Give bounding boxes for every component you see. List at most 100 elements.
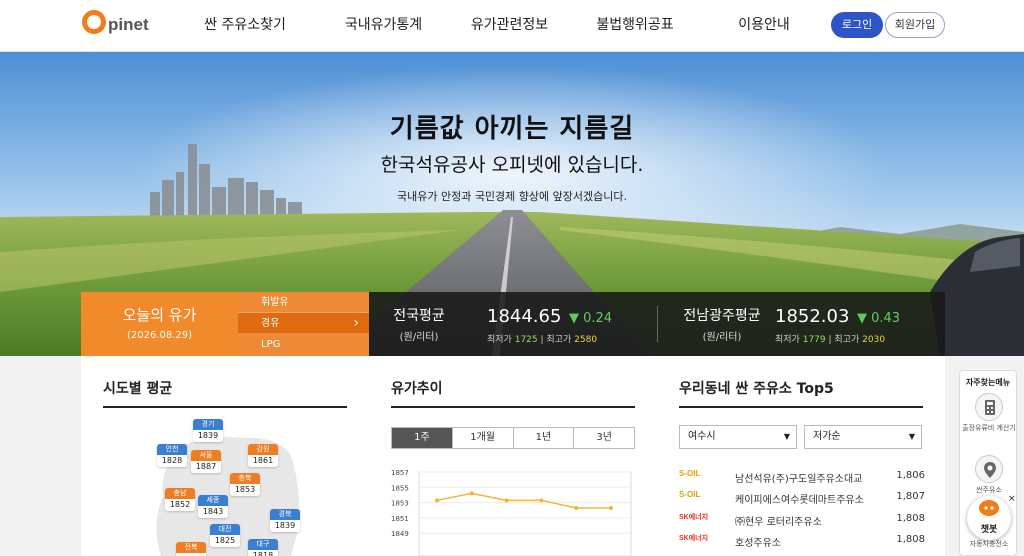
regional-average-label: 전남광주평균 [683, 308, 761, 324]
region-name: 세종 [198, 495, 228, 506]
region-chungbuk[interactable]: 충북 1853 [230, 473, 260, 496]
region-gangwon[interactable]: 강원 1861 [248, 444, 278, 467]
hero-title: 기름값 아끼는 지름길 [389, 114, 635, 144]
regional-average: 전남광주평균 (원/리터) 1852.03 ▼ 0.43 최저가 1779 | … [657, 292, 945, 356]
list-item[interactable]: S-OIL 남선석유(주)구도일주유소대교 1,806 [679, 466, 925, 486]
region-daejeon[interactable]: 대전 1825 [210, 524, 240, 547]
region-value: 1887 [191, 461, 221, 473]
region-name: 강원 [248, 444, 278, 455]
chatbot-icon [979, 500, 999, 516]
quick-trip-fuel-calc[interactable]: 출장유류비 계산기 [960, 393, 1018, 433]
app: pinet 싼 주유소찾기 국내유가통계 유가관련정보 불법행위공표 이용안내 … [0, 0, 1024, 556]
region-gyeonggi[interactable]: 경기 1839 [193, 419, 223, 442]
national-average-label: 전국평균 [393, 308, 445, 324]
national-min-label: 최저가 [487, 335, 512, 345]
sort-select[interactable]: 저가순 ▼ [804, 425, 922, 449]
region-value: 1853 [230, 484, 260, 496]
card-divider [391, 406, 635, 408]
opinet-logo[interactable]: pinet [82, 9, 149, 35]
tab-gasoline[interactable]: 휘발유 [238, 292, 369, 313]
data-point[interactable] [609, 505, 613, 510]
region-value: 1825 [210, 535, 240, 547]
region-incheon[interactable]: 인천 1828 [157, 444, 187, 467]
national-min-max: 최저가 1725 | 최고가 2580 [487, 332, 597, 345]
quick-item-label: 자동차충전소 [969, 540, 1009, 548]
region-select[interactable]: 여수시 ▼ [679, 425, 797, 449]
station-price: 1,806 [896, 470, 925, 481]
region-seoul[interactable]: 서울 1887 [191, 450, 221, 473]
data-point[interactable] [574, 505, 579, 510]
join-button[interactable]: 회원가입 [885, 12, 945, 38]
region-gyeongbuk[interactable]: 경북 1839 [270, 509, 300, 532]
regional-average-value: 1852.03 [775, 306, 850, 327]
region-name: 충남 [165, 488, 195, 499]
station-name: 호성주유소 [735, 538, 781, 549]
regional-card-title: 시도별 평균 [103, 381, 173, 397]
region-daegu[interactable]: 대구 1818 [248, 539, 278, 556]
top5-card: 우리동네 싼 주유소 Top5 여수시 ▼ 저가순 ▼ S-OIL 남선석유(주… [657, 356, 945, 556]
regional-average-change: ▼ 0.43 [857, 311, 901, 326]
tab-diesel[interactable]: 경유 › [238, 313, 369, 334]
region-name: 서울 [191, 450, 221, 461]
chatbot-label: 챗봇 [980, 525, 998, 535]
minmax-divider: | [540, 335, 544, 345]
tab-1week[interactable]: 1주 [392, 428, 452, 448]
minmax-divider: | [828, 335, 832, 345]
logo-o-mark [82, 10, 106, 34]
region-value: 1839 [193, 430, 223, 442]
y-tick-label: 1849 [391, 530, 409, 538]
chatbot-close-icon[interactable]: × [1008, 494, 1016, 504]
korea-map[interactable]: 경기 1839 인천 1828 서울 1887 강원 1861 충북 1853 … [141, 416, 341, 556]
nav-illegal-disclosure[interactable]: 불법행위공표 [572, 0, 698, 52]
today-price-date: (2026.08.29) [126, 330, 193, 341]
nav-usage-guide[interactable]: 이용안내 [698, 0, 830, 52]
region-jeonbuk[interactable]: 전북 [176, 542, 206, 556]
price-trend-chart: 1857 1855 1853 1851 1849 [391, 466, 635, 556]
nav-cheap-station[interactable]: 싼 주유소찾기 [170, 0, 320, 52]
region-select-value: 여수시 [688, 431, 716, 442]
nav-domestic-stats[interactable]: 국내유가통계 [320, 0, 447, 52]
price-trend-card: 유가추이 1주 1개월 1년 3년 1857 1855 1853 1851 1849 [369, 356, 657, 556]
sk-logo-icon: SK에너지 [679, 535, 709, 542]
regional-min-max: 최저가 1779 | 최고가 2030 [775, 332, 885, 345]
card-divider [103, 406, 347, 408]
login-button[interactable]: 로그인 [831, 12, 883, 38]
fuel-type-tabs: 휘발유 경유 › LPG [238, 292, 369, 356]
y-tick-label: 1853 [391, 500, 409, 508]
region-name: 전북 [176, 542, 206, 553]
data-point[interactable] [539, 498, 544, 503]
national-average: 전국평균 (원/리터) 1844.65 ▼ 0.24 최저가 1725 | 최고… [369, 292, 657, 356]
regional-min-label: 최저가 [775, 335, 800, 345]
national-min-value: 1725 [514, 335, 538, 345]
data-point[interactable] [469, 491, 474, 496]
location-pin-icon [975, 455, 1003, 483]
list-item[interactable]: S-OIL 케이피에스여수롯데마트주유소 1,807 [679, 487, 925, 507]
tab-1month[interactable]: 1개월 [451, 428, 513, 448]
tab-lpg[interactable]: LPG [238, 334, 369, 355]
region-chungnam[interactable]: 충남 1852 [165, 488, 195, 511]
data-point[interactable] [435, 498, 439, 503]
soil-logo-icon: S-OIL [679, 490, 701, 499]
y-tick-label: 1857 [391, 469, 409, 477]
region-sejong[interactable]: 세종 1843 [198, 495, 228, 518]
region-name: 경북 [270, 509, 300, 520]
station-price: 1,807 [896, 491, 925, 502]
nav-price-info[interactable]: 유가관련정보 [447, 0, 572, 52]
quick-cheap-station[interactable]: 싼주유소 [960, 455, 1018, 495]
tab-diesel-label: 경유 [261, 318, 280, 329]
data-point[interactable] [504, 498, 509, 503]
tab-3year[interactable]: 3년 [573, 428, 634, 448]
tab-1year[interactable]: 1년 [512, 428, 574, 448]
chevron-right-icon: › [353, 315, 359, 331]
list-item[interactable]: SK에너지 ㈜현우 로터리주유소 1,808 [679, 509, 925, 529]
sk-logo-icon: SK에너지 [679, 514, 709, 521]
region-value: 1839 [270, 520, 300, 532]
region-value: 1843 [198, 506, 228, 518]
average-price-bar: 전국평균 (원/리터) 1844.65 ▼ 0.24 최저가 1725 | 최고… [369, 292, 945, 356]
quick-menu-title: 자주찾는메뉴 [965, 378, 1011, 387]
list-item[interactable]: SK에너지 호성주유소 1,808 [679, 530, 925, 550]
region-value: 1852 [165, 499, 195, 511]
chatbot-button[interactable]: 챗봇 [967, 496, 1011, 540]
chart-frame [418, 471, 632, 556]
national-max-value: 2580 [574, 335, 598, 345]
